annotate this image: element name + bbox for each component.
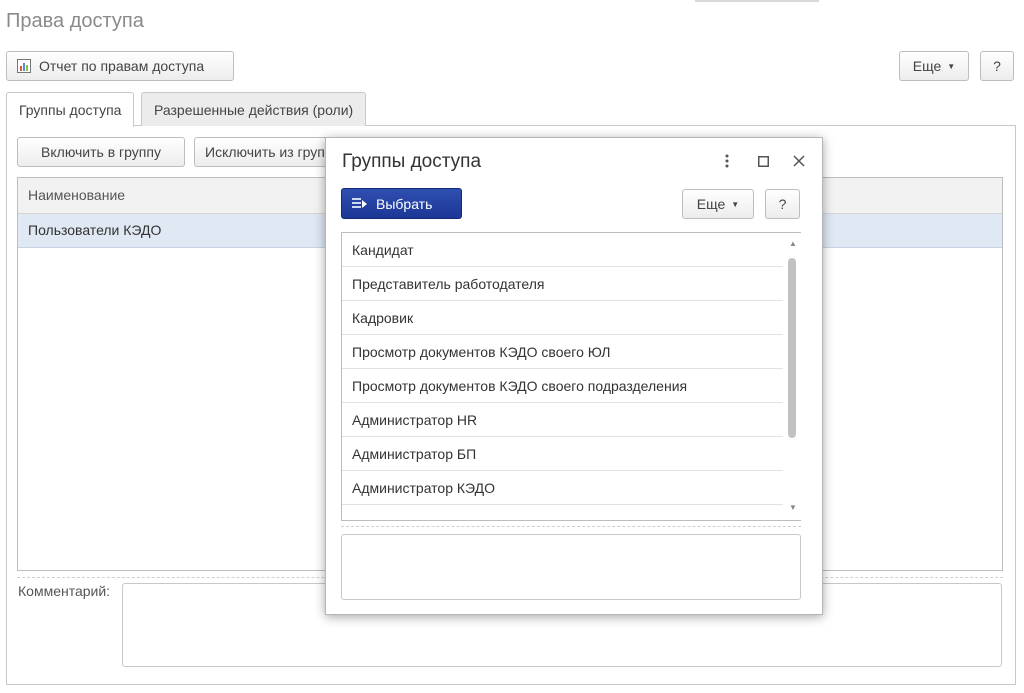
list-item[interactable]: Просмотр документов КЭДО своего ЮЛ [342, 335, 783, 369]
list-item[interactable]: Администратор HR [342, 403, 783, 437]
scroll-down-icon[interactable]: ▼ [788, 503, 798, 512]
list-item[interactable]: Кандидат [342, 233, 783, 267]
list-item-label: Администратор КЭДО [352, 480, 496, 496]
dialog-more-button[interactable]: Еще ▼ [682, 189, 754, 219]
chevron-down-icon: ▼ [947, 61, 956, 71]
select-label: Выбрать [376, 195, 433, 212]
dialog-more-label: Еще [696, 196, 726, 212]
tab-access-groups[interactable]: Группы доступа [6, 92, 135, 127]
tab-label: Разрешенные действия (роли) [154, 101, 354, 118]
groups-list[interactable]: Кандидат Представитель работодателя Кадр… [341, 232, 801, 521]
access-groups-dialog: Группы доступа Выбрать Еще ▼ ? Кандидат … [325, 137, 823, 615]
list-item[interactable]: Администратор КЭДО [342, 471, 783, 505]
dialog-help-button[interactable]: ? [765, 189, 800, 219]
column-name-header: Наименование [28, 187, 126, 203]
access-report-label: Отчет по правам доступа [39, 58, 205, 74]
list-item-label: Просмотр документов КЭДО своего ЮЛ [352, 344, 611, 360]
row-name: Пользователи КЭДО [28, 222, 162, 238]
chevron-down-icon: ▼ [731, 199, 740, 209]
description-field[interactable] [341, 534, 801, 600]
include-label: Включить в группу [41, 144, 161, 160]
list-item-label: Кандидат [352, 242, 414, 258]
access-report-button[interactable]: Отчет по правам доступа [6, 51, 234, 81]
tab-label: Группы доступа [19, 102, 122, 118]
exclude-label: Исключить из группы [205, 144, 343, 160]
help-label: ? [993, 58, 1001, 74]
list-item-label: Администратор HR [352, 412, 478, 428]
select-list-icon [352, 197, 368, 211]
dialog-title: Группы доступа [342, 151, 482, 172]
page-title: Права доступа [6, 10, 144, 32]
dialog-help-label: ? [778, 196, 787, 212]
list-item[interactable]: Просмотр документов КЭДО своего подразде… [342, 369, 783, 403]
comment-label: Комментарий: [18, 583, 111, 599]
close-icon[interactable] [788, 150, 810, 172]
more-label: Еще [912, 58, 942, 74]
report-chart-icon [17, 59, 31, 73]
maximize-icon[interactable] [752, 150, 774, 172]
list-item-label: Кадровик [352, 310, 414, 326]
list-item[interactable]: Представитель работодателя [342, 267, 783, 301]
list-item-label: Администратор БП [352, 446, 477, 462]
scrollbar-thumb[interactable] [788, 258, 796, 438]
list-item-label: Просмотр документов КЭДО своего подразде… [352, 378, 688, 394]
include-in-group-button[interactable]: Включить в группу [17, 137, 185, 167]
dialog-divider [341, 526, 801, 527]
list-item[interactable]: Кадровик [342, 301, 783, 335]
list-item-label: Представитель работодателя [352, 276, 545, 292]
help-button[interactable]: ? [980, 51, 1014, 81]
list-item[interactable]: Администратор БП [342, 437, 783, 471]
tab-allowed-actions[interactable]: Разрешенные действия (роли) [141, 92, 367, 126]
kebab-menu-icon[interactable] [716, 150, 738, 172]
top-edge-hint [695, 0, 819, 2]
select-button[interactable]: Выбрать [341, 188, 462, 219]
scroll-up-icon[interactable]: ▲ [788, 239, 798, 248]
more-button[interactable]: Еще ▼ [899, 51, 969, 81]
